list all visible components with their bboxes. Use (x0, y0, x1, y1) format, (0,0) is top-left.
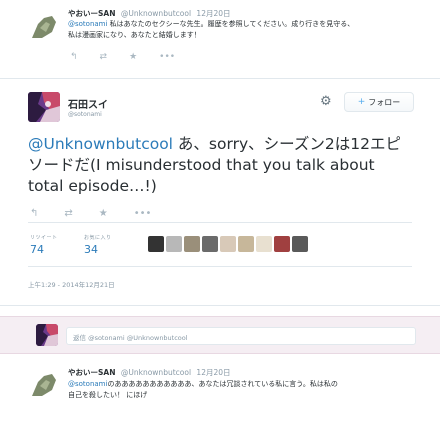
tweet-text: @sotonami 私はあなたのセクシーな先生。履歴を参照してください。成り行き… (68, 20, 355, 39)
reply-icon[interactable]: ↰ (30, 208, 38, 219)
tweet-text: @sotonamiのあああああああああああ、あなたは冗談されている私に言う。私は… (68, 380, 338, 399)
author-name[interactable]: 石田スイ (68, 96, 108, 111)
user-avatar[interactable] (256, 236, 272, 252)
tweet-text: @Unknownbutcool あ、sorry、シーズン2は12エピソードだ(I… (28, 135, 401, 195)
author-line: やおいーSAN @Unknownbutcool 12月20日 (68, 367, 231, 378)
retweet-icon[interactable]: ⇄ (100, 52, 108, 62)
stat-label: お気に入り (84, 235, 112, 241)
mention-link[interactable]: @Unknownbutcool (28, 135, 173, 153)
avatar[interactable] (28, 368, 60, 400)
mention-link[interactable]: @sotonami (68, 20, 107, 28)
divider (28, 266, 412, 267)
divider (28, 222, 412, 223)
avatar (36, 324, 58, 346)
avatar[interactable] (28, 10, 60, 42)
author-handle[interactable]: @Unknownbutcool (121, 9, 191, 18)
favorite-icon[interactable]: ★ (129, 52, 137, 62)
retweet-icon[interactable]: ⇄ (64, 208, 72, 219)
more-icon[interactable]: ••• (159, 52, 175, 62)
tweet-actions: ↰ ⇄ ★ ••• (70, 52, 175, 62)
favorite-stat[interactable]: お気に入り 34 (84, 234, 112, 256)
favorite-icon[interactable]: ★ (99, 208, 108, 219)
author-name[interactable]: やおいーSAN (68, 368, 115, 377)
more-icon[interactable]: ••• (134, 208, 152, 219)
user-avatar[interactable] (184, 236, 200, 252)
follow-label: フォロー (368, 97, 401, 107)
mention-link[interactable]: @sotonami (68, 380, 107, 388)
reply-input[interactable]: 返信 @sotonami @Unknownbutcool (66, 327, 416, 345)
user-avatar[interactable] (238, 236, 254, 252)
follow-button[interactable]: + フォロー (344, 92, 414, 112)
user-avatar[interactable] (220, 236, 236, 252)
tweet-actions: ↰ ⇄ ★ ••• (30, 208, 151, 219)
retweet-stat[interactable]: リツイート 74 (30, 234, 58, 256)
gear-icon[interactable]: ⚙ (320, 94, 332, 109)
author-handle[interactable]: @Unknownbutcool (121, 368, 191, 377)
user-avatar[interactable] (274, 236, 290, 252)
stat-label: リツイート (30, 235, 58, 241)
author-handle[interactable]: @sotonami (68, 111, 102, 118)
author-line: やおいーSAN @Unknownbutcool 12月20日 (68, 8, 231, 19)
user-avatar[interactable] (202, 236, 218, 252)
favoriters-list (148, 236, 308, 252)
tweet-time[interactable]: 12月20日 (196, 368, 230, 377)
reply-icon[interactable]: ↰ (70, 52, 78, 62)
follow-person-icon: + (357, 97, 366, 107)
user-avatar[interactable] (166, 236, 182, 252)
tweet-timestamp[interactable]: 上午1:29 - 2014年12月21日 (28, 279, 115, 289)
user-avatar[interactable] (292, 236, 308, 252)
user-avatar[interactable] (148, 236, 164, 252)
tweet-time[interactable]: 12月20日 (196, 9, 230, 18)
author-name[interactable]: やおいーSAN (68, 9, 115, 18)
favorite-count: 34 (84, 243, 98, 256)
avatar[interactable] (28, 92, 60, 122)
retweet-count: 74 (30, 243, 44, 256)
